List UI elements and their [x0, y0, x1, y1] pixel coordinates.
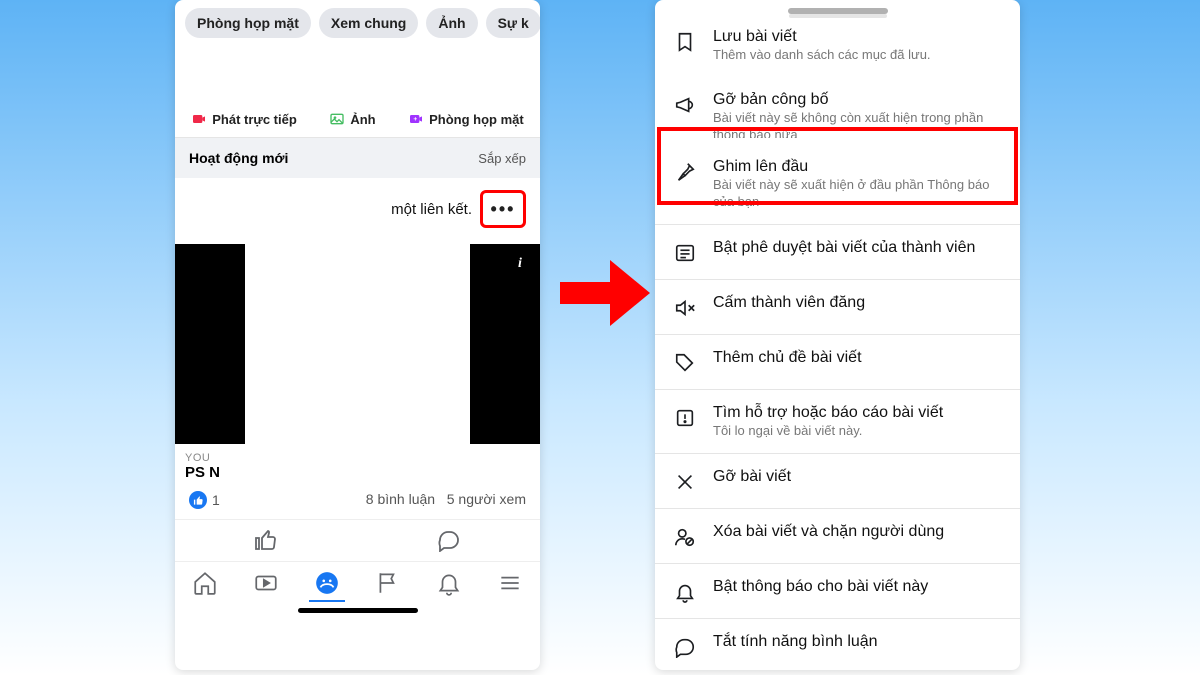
- menu-label: Cấm thành viên đăng: [713, 294, 865, 312]
- menu-desc: Bài viết này sẽ không còn xuất hiện tron…: [713, 110, 1002, 138]
- composer-live-label: Phát trực tiếp: [212, 112, 297, 127]
- menu-mute-member[interactable]: Cấm thành viên đăng: [655, 280, 1020, 335]
- pin-icon: [673, 160, 697, 184]
- right-phone-menu: Lưu bài viếtThêm vào danh sách các mục đ…: [655, 0, 1020, 670]
- menu-label: Xóa bài viết và chặn người dùng: [713, 523, 944, 541]
- menu-label: Lưu bài viết: [713, 28, 931, 46]
- post-more-button[interactable]: •••: [480, 190, 526, 228]
- tab-home[interactable]: [192, 570, 218, 596]
- menu-remove-post[interactable]: Gỡ bài viết: [655, 454, 1020, 509]
- menu-add-topic[interactable]: Thêm chủ đề bài viết: [655, 335, 1020, 390]
- room-icon: +: [408, 111, 424, 127]
- close-icon: [673, 470, 697, 494]
- chip-room[interactable]: Phòng họp mặt: [185, 8, 311, 38]
- tab-notifications[interactable]: [436, 570, 462, 596]
- activity-bar: Hoạt động mới Sắp xếp: [175, 138, 540, 178]
- home-indicator[interactable]: [298, 608, 418, 613]
- composer-live[interactable]: Phát trực tiếp: [191, 111, 297, 127]
- like-count[interactable]: 1: [189, 491, 220, 509]
- video-caption: YOU PS N: [185, 452, 220, 481]
- menu-save-post[interactable]: Lưu bài viếtThêm vào danh sách các mục đ…: [655, 14, 1020, 77]
- menu-desc: Bài viết này sẽ xuất hiện ở đầu phần Thô…: [713, 177, 1002, 210]
- menu-turn-on-notifications[interactable]: Bật thông báo cho bài viết này: [655, 564, 1020, 619]
- tutorial-arrow: [560, 260, 650, 320]
- left-phone-feed: Phòng họp mặt Xem chung Ảnh Sự k Phát tr…: [175, 0, 540, 670]
- megaphone-icon: [673, 93, 697, 117]
- menu-delete-and-ban[interactable]: Xóa bài viết và chặn người dùng: [655, 509, 1020, 564]
- tab-flag[interactable]: [375, 570, 401, 596]
- post-text: một liên kết.: [391, 201, 472, 218]
- tab-menu[interactable]: [497, 570, 523, 596]
- like-button[interactable]: [254, 528, 278, 557]
- post-header: một liên kết. •••: [175, 178, 540, 240]
- live-icon: [191, 111, 207, 127]
- info-icon[interactable]: i: [508, 252, 532, 276]
- activity-sort[interactable]: Sắp xếp: [478, 151, 526, 166]
- composer-room-label: Phòng họp mặt: [429, 112, 524, 127]
- tag-icon: [673, 351, 697, 375]
- post-stats: 1 8 bình luận 5 người xem: [175, 481, 540, 519]
- report-icon: [673, 406, 697, 430]
- like-number: 1: [212, 492, 220, 508]
- svg-text:+: +: [413, 116, 417, 123]
- menu-approve-posts[interactable]: Bật phê duyệt bài viết của thành viên: [655, 225, 1020, 280]
- composer-photo[interactable]: Ảnh: [329, 111, 375, 127]
- menu-label: Gỡ bản công bố: [713, 91, 1002, 109]
- composer-photo-label: Ảnh: [350, 112, 375, 127]
- sheet-handle[interactable]: [788, 8, 888, 14]
- bell-icon: [673, 580, 697, 604]
- speaker-mute-icon: [673, 296, 697, 320]
- bookmark-icon: [673, 30, 697, 54]
- chip-event[interactable]: Sự k: [486, 8, 540, 38]
- chip-photo[interactable]: Ảnh: [426, 8, 477, 38]
- video-caption-small: YOU: [185, 452, 220, 464]
- video-redaction-right: [470, 244, 540, 444]
- menu-pin-to-top[interactable]: Ghim lên đầuBài viết này sẽ xuất hiện ở …: [655, 144, 1020, 225]
- tab-groups[interactable]: [314, 570, 340, 596]
- menu-label: Ghim lên đầu: [713, 158, 1002, 176]
- menu-label: Tắt tính năng bình luận: [713, 633, 878, 651]
- like-icon: [189, 491, 207, 509]
- video-caption-title: PS N: [185, 464, 220, 481]
- comment-button[interactable]: [437, 528, 461, 557]
- tab-watch[interactable]: [253, 570, 279, 596]
- bottom-tabbar: [175, 561, 540, 602]
- menu-label: Bật thông báo cho bài viết này: [713, 578, 928, 596]
- menu-label: Tìm hỗ trợ hoặc báo cáo bài viết: [713, 404, 943, 422]
- menu-desc: Thêm vào danh sách các mục đã lưu.: [713, 47, 931, 63]
- view-count: 5 người xem: [447, 491, 526, 507]
- menu-label: Thêm chủ đề bài viết: [713, 349, 862, 367]
- menu-turn-off-comments[interactable]: Tắt tính năng bình luận: [655, 619, 1020, 670]
- menu-unpublish[interactable]: Gỡ bản công bốBài viết này sẽ không còn …: [655, 77, 1020, 144]
- video-redaction-left: [175, 244, 245, 444]
- composer-row: Phát trực tiếp Ảnh + Phòng họp mặt: [175, 101, 540, 138]
- comments-views[interactable]: 8 bình luận 5 người xem: [366, 491, 526, 509]
- chip-watch-together[interactable]: Xem chung: [319, 8, 418, 38]
- user-block-icon: [673, 525, 697, 549]
- post-video[interactable]: i YOU PS N: [175, 244, 540, 481]
- activity-title: Hoạt động mới: [189, 150, 288, 166]
- menu-label: Bật phê duyệt bài viết của thành viên: [713, 239, 975, 257]
- menu-label: Gỡ bài viết: [713, 468, 791, 486]
- filter-chips: Phòng họp mặt Xem chung Ảnh Sự k: [175, 0, 540, 46]
- comment-count: 8 bình luận: [366, 491, 435, 507]
- list-icon: [673, 241, 697, 265]
- comment-icon: [673, 635, 697, 659]
- photo-icon: [329, 111, 345, 127]
- composer-room[interactable]: + Phòng họp mặt: [408, 111, 524, 127]
- menu-report[interactable]: Tìm hỗ trợ hoặc báo cáo bài viếtTôi lo n…: [655, 390, 1020, 454]
- post-actions: [175, 519, 540, 561]
- menu-desc: Tôi lo ngại về bài viết này.: [713, 423, 943, 439]
